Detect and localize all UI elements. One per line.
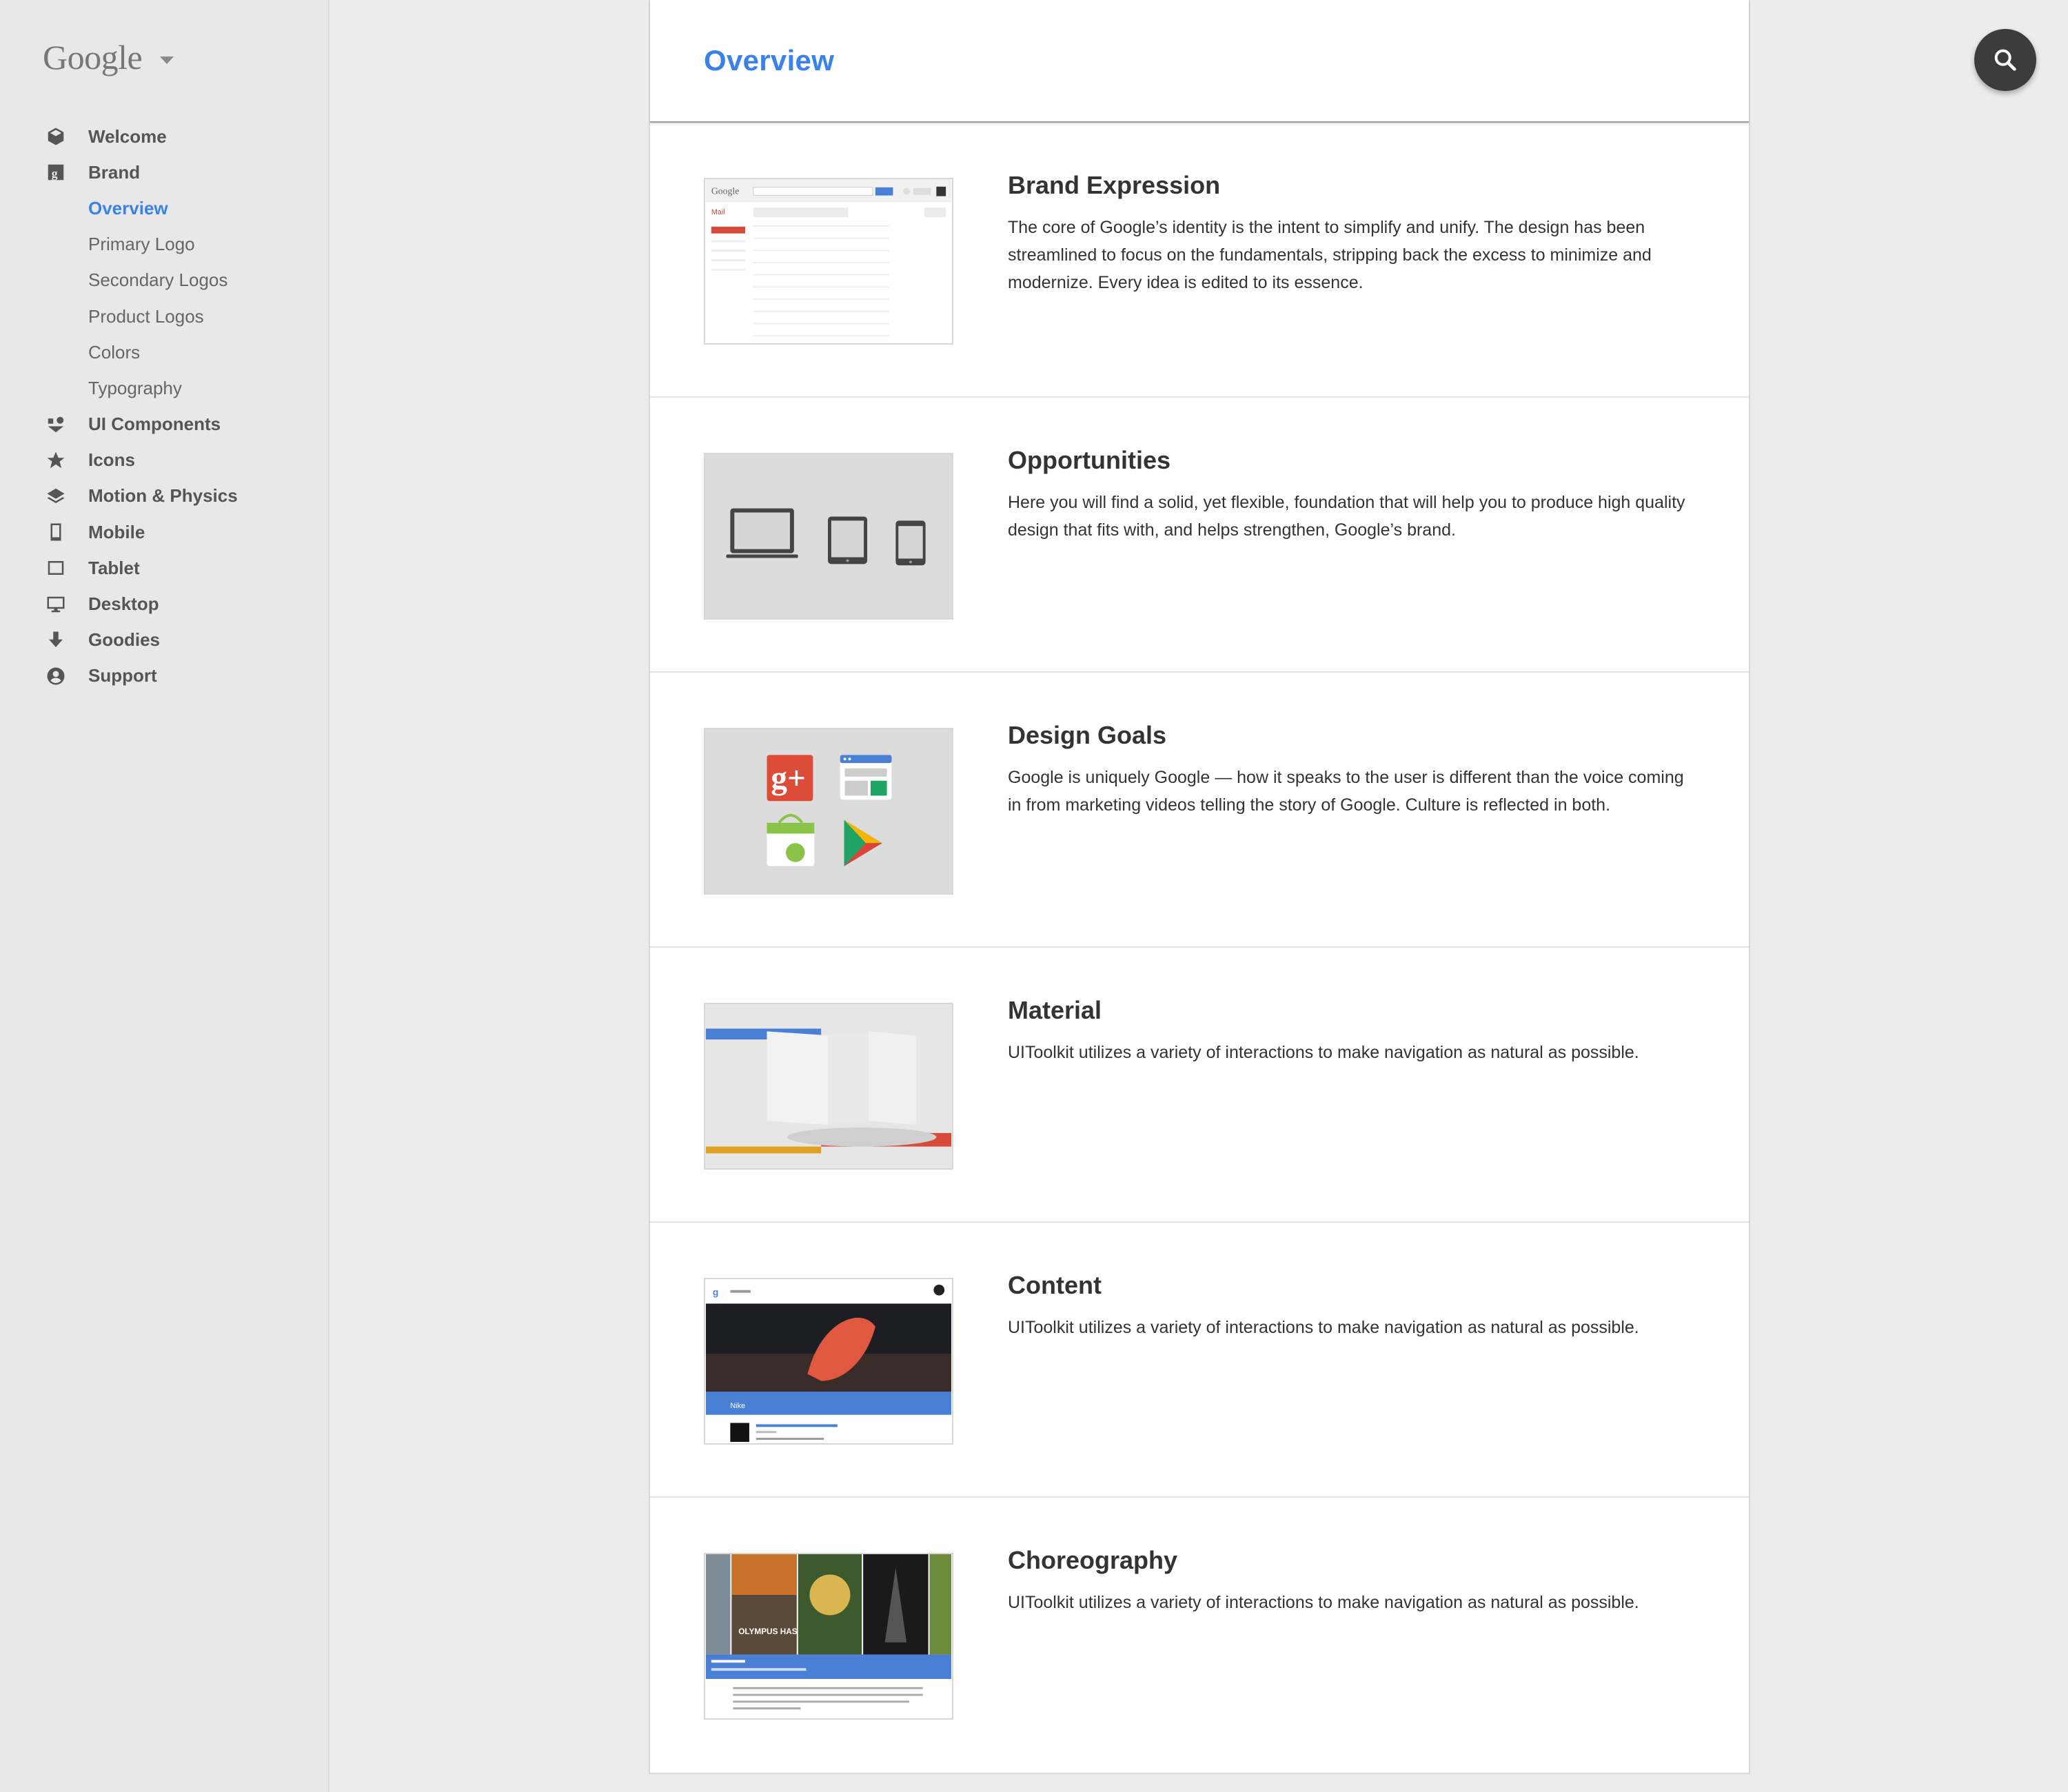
- section-title: Design Goals: [1008, 721, 1167, 749]
- sidebar-item-product-logos[interactable]: Product Logos: [0, 298, 328, 334]
- gmail-screenshot-illustration: Google Mail: [705, 179, 952, 337]
- sidebar-item-label: Goodies: [88, 629, 161, 651]
- star-icon: [0, 450, 88, 471]
- sidebar-item-brand[interactable]: g Brand: [0, 154, 328, 190]
- svg-text:g: g: [713, 1287, 718, 1298]
- play-store-icon: [844, 819, 882, 866]
- page-header: Overview: [650, 0, 1749, 123]
- svg-text:g+: g+: [771, 761, 805, 797]
- sidebar-item-label: Motion & Physics: [88, 485, 238, 507]
- phone-icon: [0, 522, 88, 542]
- sidebar-item-icons[interactable]: Icons: [0, 442, 328, 478]
- section-text: Content UIToolkit utilizes a variety of …: [1008, 1271, 1697, 1341]
- section-material: Material UIToolkit utilizes a variety of…: [650, 948, 1749, 1223]
- sidebar-item-overview[interactable]: Overview: [0, 190, 328, 226]
- content-card: Overview Google Mail Brand Expression Th…: [649, 0, 1750, 1774]
- sidebar-nav: Welcome g Brand Overview Primary Logo Se…: [0, 119, 328, 694]
- sidebar-item-motion-physics[interactable]: Motion & Physics: [0, 478, 328, 514]
- section-text: Design Goals Google is uniquely Google —…: [1008, 721, 1697, 819]
- page-title: Overview: [704, 44, 835, 77]
- product-icons-illustration: g+: [767, 755, 892, 866]
- section-text: Material UIToolkit utilizes a variety of…: [1008, 996, 1697, 1066]
- sidebar-item-primary-logo[interactable]: Primary Logo: [0, 227, 328, 263]
- section-body: Here you will find a solid, yet flexible…: [1008, 493, 1685, 540]
- android-market-icon: [767, 813, 815, 866]
- brand-g-icon: g: [0, 162, 88, 183]
- sidebar-item-label: Welcome: [88, 125, 167, 147]
- section-title: Opportunities: [1008, 446, 1170, 474]
- sidebar-item-secondary-logos[interactable]: Secondary Logos: [0, 263, 328, 298]
- section-body: The core of Google’s identity is the int…: [1008, 218, 1652, 292]
- section-title: Content: [1008, 1271, 1102, 1299]
- tablet-device-icon: [828, 516, 868, 564]
- opportunities-thumbnail[interactable]: [704, 453, 953, 620]
- google-plus-icon: g+: [767, 755, 813, 802]
- sidebar-item-tablet[interactable]: Tablet: [0, 550, 328, 586]
- section-title: Brand Expression: [1008, 171, 1221, 199]
- laptop-icon: [726, 508, 798, 558]
- section-text: Choreography UIToolkit utilizes a variet…: [1008, 1546, 1697, 1616]
- account-circle-icon: [0, 666, 88, 686]
- section-text: Brand Expression The core of Google’s id…: [1008, 171, 1697, 296]
- sidebar-item-mobile[interactable]: Mobile: [0, 514, 328, 550]
- desktop-icon: [0, 594, 88, 615]
- section-body: UIToolkit utilizes a variety of interact…: [1008, 1043, 1639, 1062]
- sidebar-item-ui-components[interactable]: UI Components: [0, 407, 328, 442]
- sidebar-item-label: Support: [88, 665, 157, 686]
- sidebar-item-colors[interactable]: Colors: [0, 334, 328, 370]
- section-title: Choreography: [1008, 1546, 1178, 1574]
- tablet-icon: [0, 558, 88, 578]
- section-brand-expression: Google Mail Brand Expression The core of…: [650, 123, 1749, 398]
- section-opportunities: Opportunities Here you will find a solid…: [650, 398, 1749, 673]
- sidebar-item-label: Tablet: [88, 557, 140, 578]
- section-design-goals: g+ Design Goals Google is uniquely Googl…: [650, 673, 1749, 948]
- nike-label: Nike: [730, 1402, 745, 1410]
- section-title: Material: [1008, 996, 1102, 1024]
- phone-device-icon: [895, 520, 926, 566]
- download-arrow-icon: [0, 630, 88, 651]
- cube-icon: [0, 126, 88, 147]
- sidebar-item-label: UI Components: [88, 414, 221, 435]
- choreography-thumbnail[interactable]: OLYMPUS HAS FALLEN: [704, 1553, 953, 1720]
- browser-window-icon: [840, 755, 892, 800]
- sidebar-item-typography[interactable]: Typography: [0, 370, 328, 406]
- sidebar-item-label: Desktop: [88, 593, 159, 615]
- sidebar: Google Welcome g Brand Overview Primary …: [0, 0, 330, 1792]
- sidebar-item-welcome[interactable]: Welcome: [0, 119, 328, 154]
- mail-label: Mail: [711, 208, 725, 216]
- section-choreography: OLYMPUS HAS FALLEN Choreography UIToolki…: [650, 1498, 1749, 1773]
- devices-illustration: [726, 508, 926, 566]
- sidebar-item-label: Mobile: [88, 521, 145, 542]
- sidebar-item-label: Brand: [88, 161, 141, 183]
- caret-down-icon: [160, 56, 174, 64]
- search-button[interactable]: [1974, 29, 2036, 91]
- components-icon: [0, 414, 88, 435]
- section-content: g Nike Content UIToolkit utilizes a vari…: [650, 1223, 1749, 1498]
- section-body: Google is uniquely Google — how it speak…: [1008, 768, 1684, 815]
- brand-switcher[interactable]: Google: [43, 37, 174, 77]
- svg-text:g: g: [52, 167, 58, 181]
- google-logo: Google: [43, 38, 143, 77]
- content-thumbnail[interactable]: g Nike: [704, 1278, 953, 1445]
- section-body: UIToolkit utilizes a variety of interact…: [1008, 1593, 1639, 1612]
- sidebar-item-desktop[interactable]: Desktop: [0, 586, 328, 622]
- mail-google-logo: Google: [711, 186, 739, 196]
- material-paper-illustration: [705, 1028, 952, 1154]
- search-result-illustration: g Nike: [705, 1279, 952, 1443]
- design-goals-thumbnail[interactable]: g+: [704, 728, 953, 895]
- layers-icon: [0, 486, 88, 507]
- material-thumbnail[interactable]: [704, 1003, 953, 1170]
- brand-expression-thumbnail[interactable]: Google Mail: [704, 178, 953, 345]
- sidebar-item-support[interactable]: Support: [0, 658, 328, 694]
- sidebar-item-goodies[interactable]: Goodies: [0, 622, 328, 658]
- section-text: Opportunities Here you will find a solid…: [1008, 446, 1697, 544]
- section-body: UIToolkit utilizes a variety of interact…: [1008, 1318, 1639, 1337]
- search-icon: [1994, 49, 2016, 71]
- sidebar-item-label: Icons: [88, 449, 135, 471]
- movie-posters-illustration: OLYMPUS HAS FALLEN: [705, 1554, 952, 1710]
